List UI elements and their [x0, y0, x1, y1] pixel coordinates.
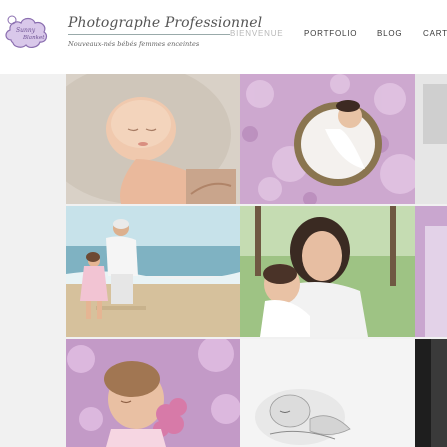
gallery-photo-bw-newborn[interactable]: [240, 339, 415, 447]
gallery-photo-mother-and-baby[interactable]: [240, 206, 415, 337]
nav-item-blog[interactable]: BLOG: [377, 29, 402, 38]
nav-item-cart[interactable]: CART: [423, 29, 447, 38]
gallery-photo-girl-with-flowers[interactable]: [66, 339, 240, 447]
site-tagline: Nouveaux-nés bébés femmes enceintes: [68, 40, 200, 48]
site-header: Sunny Blanket Photographe Professionnel …: [0, 0, 447, 68]
gallery-photo-beach[interactable]: [66, 206, 240, 337]
main-nav: BIENVENUE PORTFOLIO BLOG CART: [0, 29, 447, 41]
gallery-photo-partial-right-middle[interactable]: [415, 206, 447, 337]
gallery-photo-partial-right-bottom[interactable]: [415, 339, 447, 447]
nav-item-portfolio[interactable]: PORTFOLIO: [304, 29, 357, 38]
gallery-photo-baby-in-basket[interactable]: [240, 74, 415, 204]
gallery-photo-partial-right-top[interactable]: [415, 74, 447, 204]
nav-item-bienvenue[interactable]: BIENVENUE: [230, 29, 283, 38]
gallery-photo-sleeping-newborn[interactable]: [66, 74, 240, 204]
photo-gallery: [0, 74, 447, 447]
